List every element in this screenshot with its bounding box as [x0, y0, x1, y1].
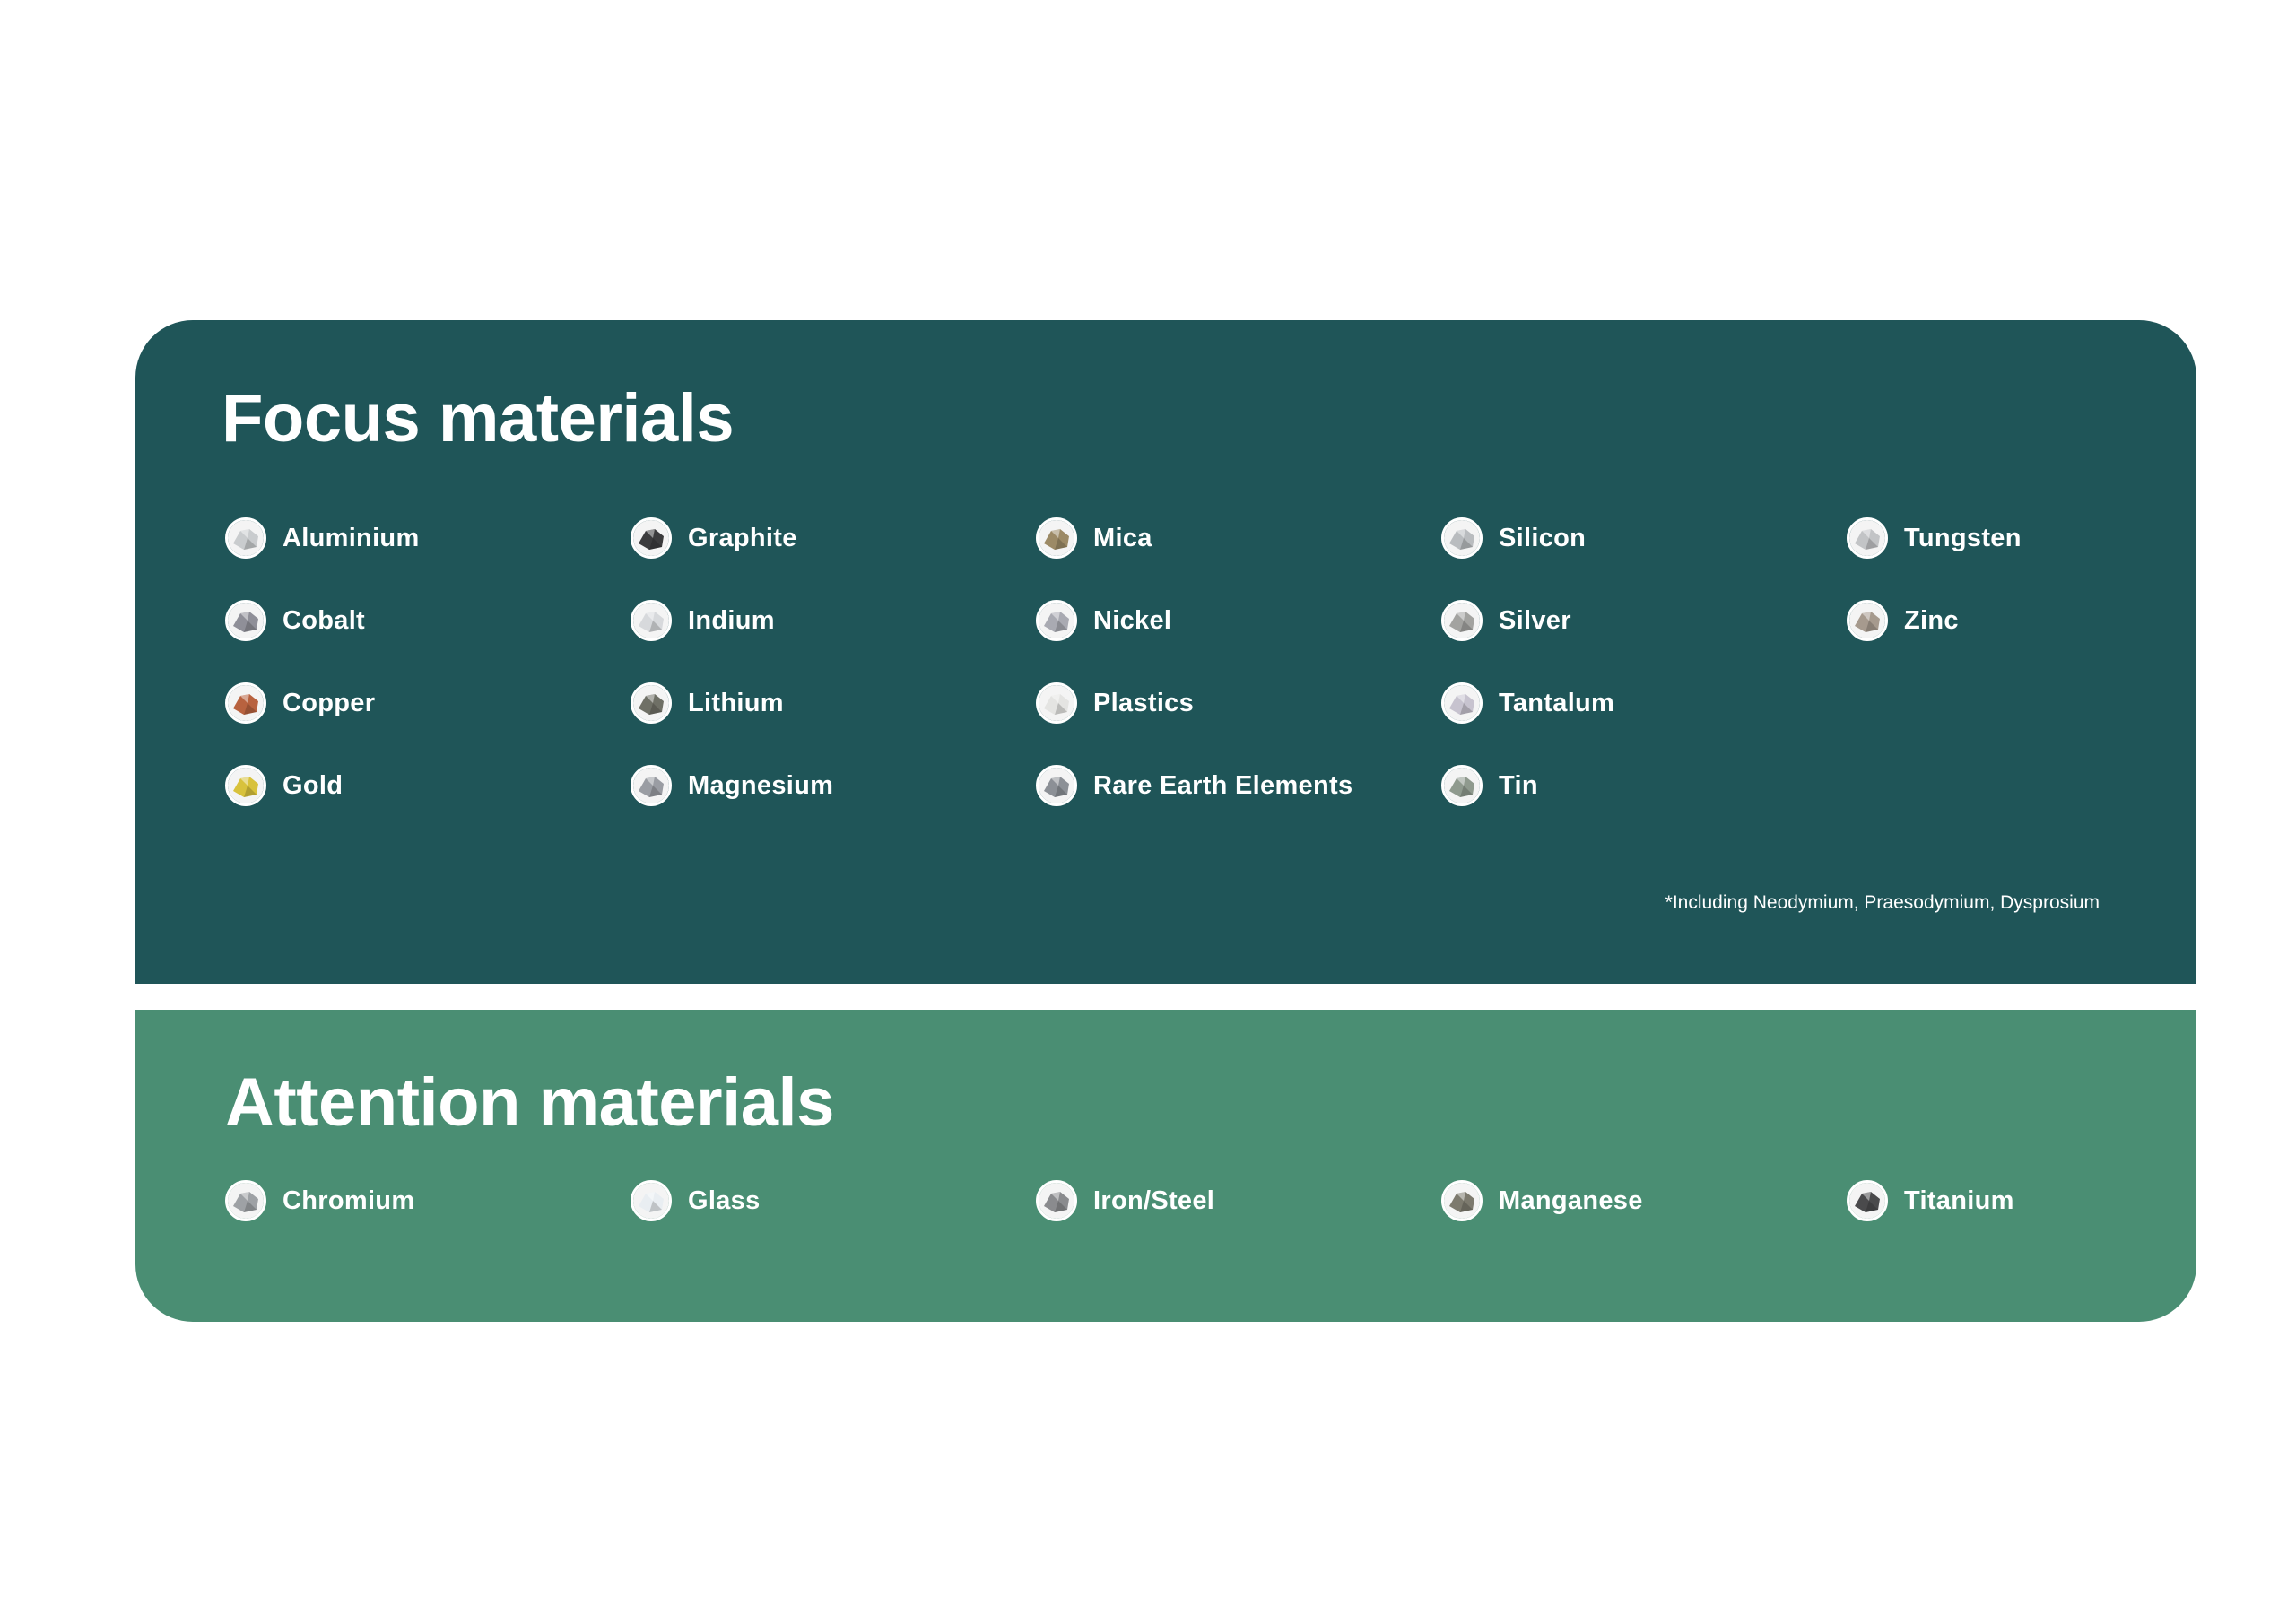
material-item-iron-steel: Iron/Steel	[1036, 1180, 1441, 1221]
glass-icon	[631, 1180, 672, 1221]
rare-earth-elements-icon	[1036, 765, 1077, 806]
magnesium-icon	[631, 765, 672, 806]
tungsten-icon	[1847, 517, 1888, 559]
attention-materials-grid: Chromium Glass Iron/Steel Manganese Titanium	[225, 1180, 2252, 1263]
material-item-silicon: Silicon	[1441, 517, 1847, 559]
nickel-icon	[1036, 600, 1077, 641]
material-label: Titanium	[1904, 1185, 2014, 1215]
material-label: Plastics	[1093, 688, 1195, 717]
material-label: Cobalt	[283, 605, 366, 635]
zinc-icon	[1847, 600, 1888, 641]
material-label: Silicon	[1499, 523, 1587, 552]
material-label: Chromium	[283, 1185, 415, 1215]
indium-icon	[631, 600, 672, 641]
material-item-indium: Indium	[631, 600, 1036, 641]
material-item-lithium: Lithium	[631, 682, 1036, 724]
material-item-mica: Mica	[1036, 517, 1441, 559]
material-label: Copper	[283, 688, 376, 717]
material-label: Silver	[1499, 605, 1571, 635]
material-item-nickel: Nickel	[1036, 600, 1441, 641]
material-item-chromium: Chromium	[225, 1180, 631, 1221]
material-label: Tantalum	[1499, 688, 1615, 717]
material-label: Lithium	[688, 688, 784, 717]
material-label: Graphite	[688, 523, 797, 552]
material-label: Indium	[688, 605, 775, 635]
material-item-graphite: Graphite	[631, 517, 1036, 559]
material-item-plastics: Plastics	[1036, 682, 1441, 724]
material-item-tantalum: Tantalum	[1441, 682, 1847, 724]
material-label: Manganese	[1499, 1185, 1643, 1215]
material-label: Iron/Steel	[1093, 1185, 1215, 1215]
manganese-icon	[1441, 1180, 1483, 1221]
graphite-icon	[631, 517, 672, 559]
material-item-silver: Silver	[1441, 600, 1847, 641]
plastics-icon	[1036, 682, 1077, 724]
material-item-manganese: Manganese	[1441, 1180, 1847, 1221]
footnote: *Including Neodymium, Praesodymium, Dysp…	[1665, 892, 2100, 913]
material-item-tin: Tin	[1441, 765, 1847, 806]
silver-icon	[1441, 600, 1483, 641]
material-label: Tungsten	[1904, 523, 2022, 552]
material-label: Aluminium	[283, 523, 420, 552]
material-item-aluminium: Aluminium	[225, 517, 631, 559]
material-item-cobalt: Cobalt	[225, 600, 631, 641]
material-item-rare-earth-elements: Rare Earth Elements	[1036, 765, 1441, 806]
material-item-zinc: Zinc	[1847, 600, 2252, 641]
gold-icon	[225, 765, 266, 806]
material-label: Rare Earth Elements	[1093, 770, 1353, 800]
material-label: Nickel	[1093, 605, 1172, 635]
material-item-magnesium: Magnesium	[631, 765, 1036, 806]
material-item-copper: Copper	[225, 682, 631, 724]
attention-materials-title: Attention materials	[225, 1064, 834, 1141]
copper-icon	[225, 682, 266, 724]
focus-materials-panel: Focus materials Aluminium Cobalt Copper Gol…	[135, 320, 2196, 984]
iron-steel-icon	[1036, 1180, 1077, 1221]
mica-icon	[1036, 517, 1077, 559]
material-label: Magnesium	[688, 770, 834, 800]
titanium-icon	[1847, 1180, 1888, 1221]
focus-materials-grid: Aluminium Cobalt Copper Gold Graphite Indium L…	[225, 517, 2252, 847]
material-label: Glass	[688, 1185, 761, 1215]
silicon-icon	[1441, 517, 1483, 559]
attention-materials-panel: Attention materials Chromium Glass Iron/St…	[135, 1010, 2196, 1322]
lithium-icon	[631, 682, 672, 724]
material-item-tungsten: Tungsten	[1847, 517, 2252, 559]
aluminium-icon	[225, 517, 266, 559]
material-item-glass: Glass	[631, 1180, 1036, 1221]
material-label: Tin	[1499, 770, 1538, 800]
tantalum-icon	[1441, 682, 1483, 724]
cobalt-icon	[225, 600, 266, 641]
material-label: Mica	[1093, 523, 1152, 552]
material-item-gold: Gold	[225, 765, 631, 806]
material-label: Zinc	[1904, 605, 1959, 635]
focus-materials-title: Focus materials	[222, 380, 735, 456]
tin-icon	[1441, 765, 1483, 806]
material-item-titanium: Titanium	[1847, 1180, 2252, 1221]
chromium-icon	[225, 1180, 266, 1221]
material-label: Gold	[283, 770, 344, 800]
